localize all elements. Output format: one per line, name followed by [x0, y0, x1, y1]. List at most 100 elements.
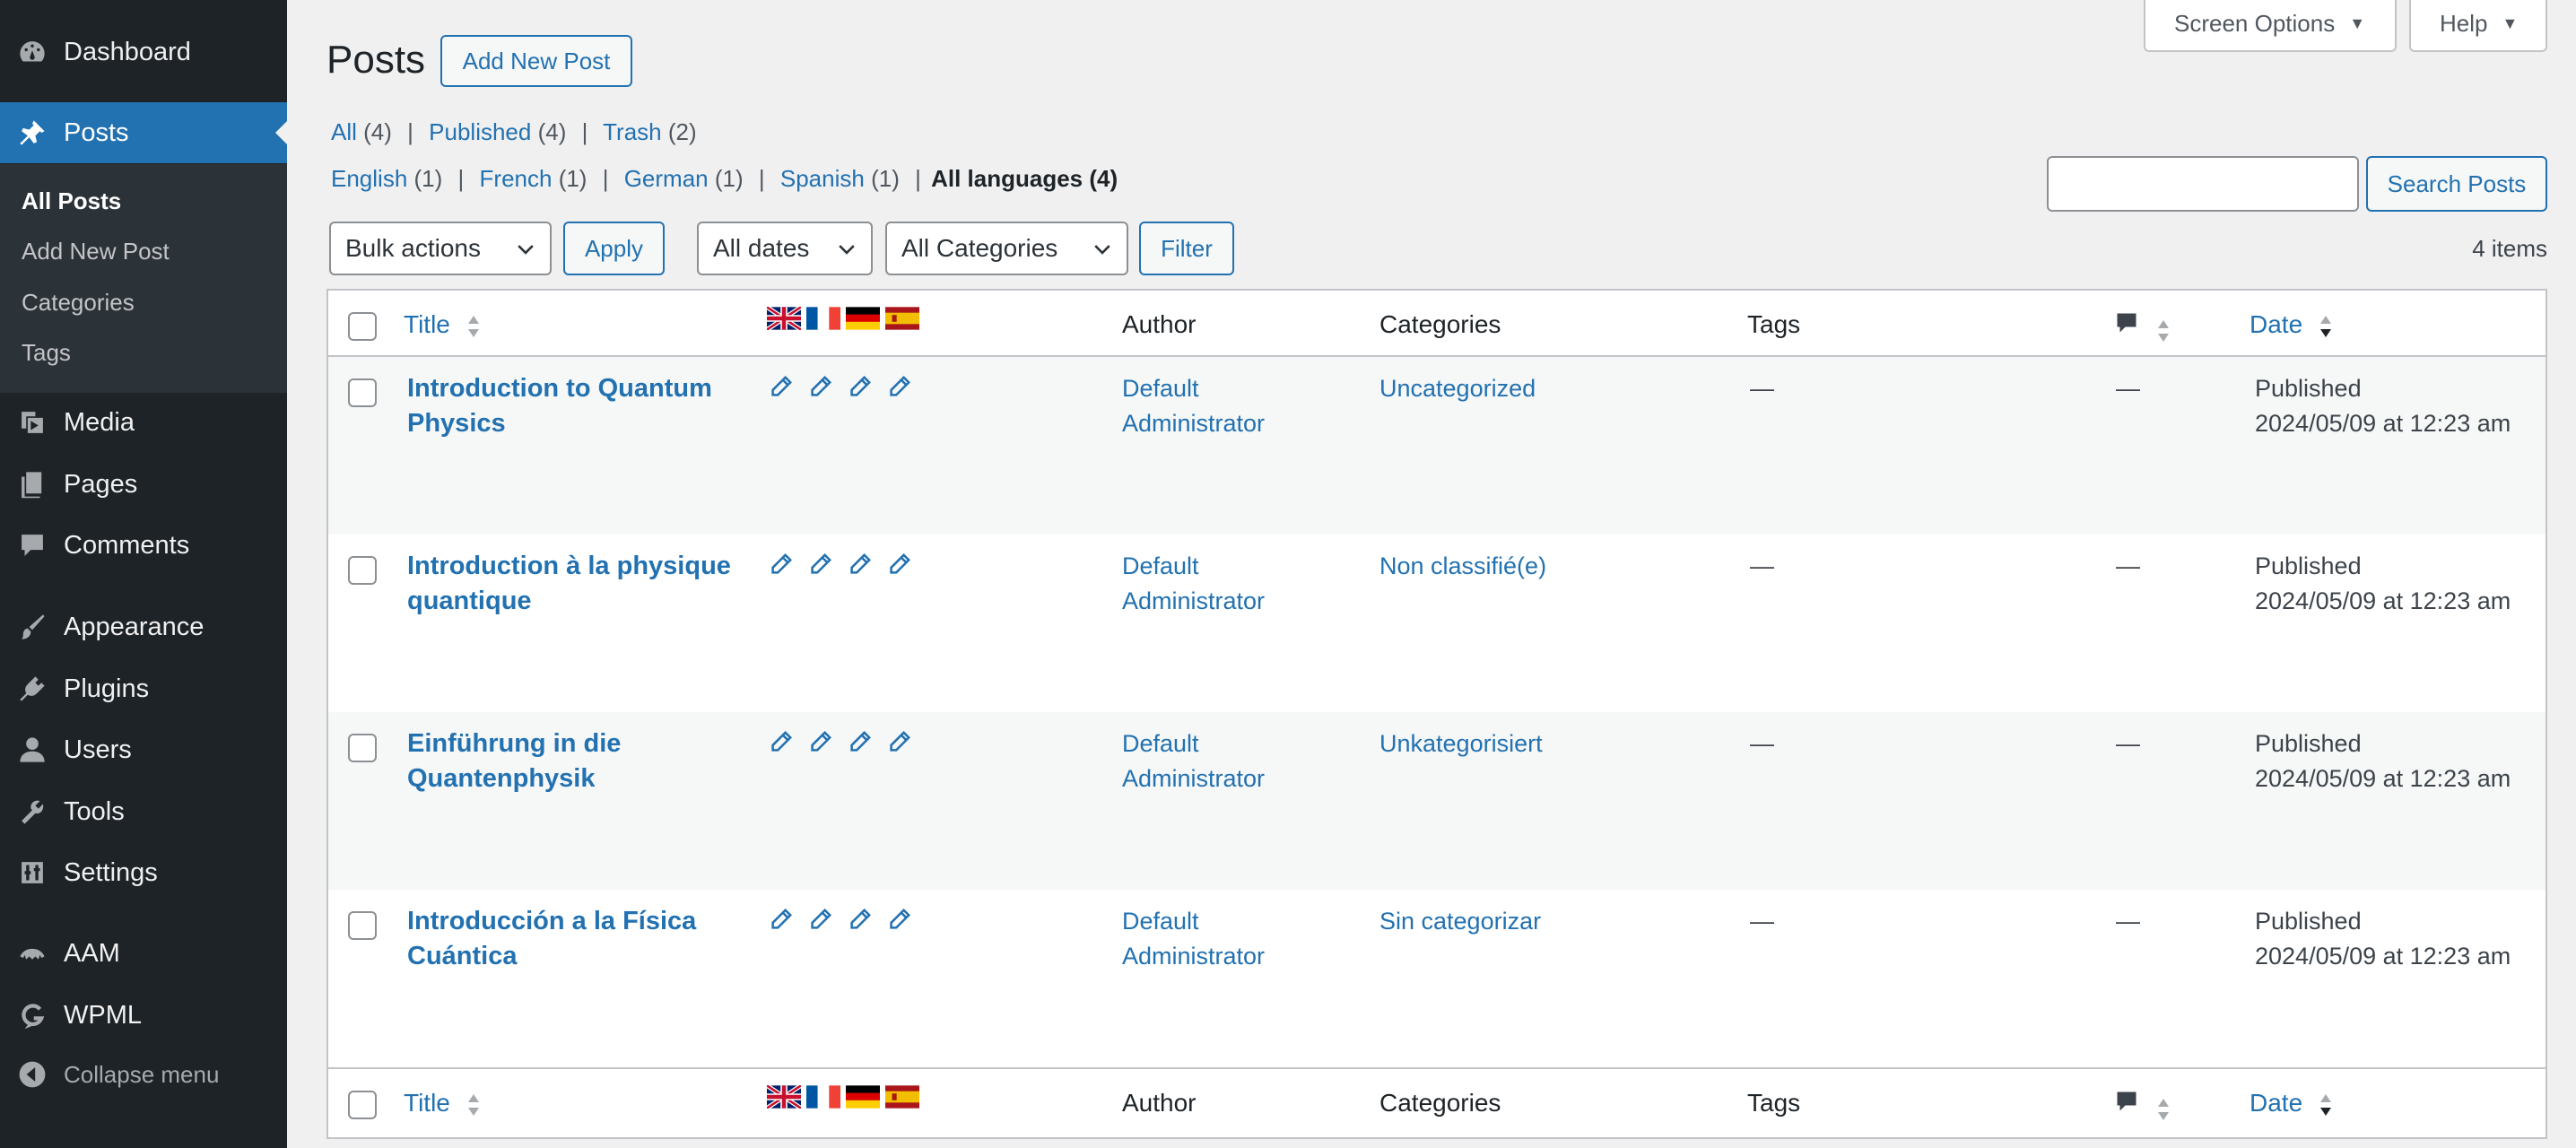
column-date-label: Date	[2250, 310, 2303, 338]
translation-edit-icons	[768, 552, 911, 578]
pencil-icon[interactable]	[886, 908, 911, 933]
screen-options-button[interactable]: Screen Options ▼	[2144, 0, 2397, 52]
post-title-link[interactable]: Introduction à la physique quantique	[407, 549, 748, 619]
admin-sidebar: Dashboard Posts All Posts Add New Post C…	[0, 0, 288, 1148]
search-posts-button[interactable]: Search Posts	[2366, 156, 2547, 212]
user-icon	[16, 734, 48, 766]
column-date-sortable[interactable]: Date	[2250, 1089, 2333, 1118]
flag-uk-icon[interactable]	[767, 1085, 801, 1109]
select-all-checkbox[interactable]	[348, 1091, 377, 1119]
sidebar-item-appearance[interactable]: Appearance	[0, 596, 287, 657]
submenu-categories[interactable]: Categories	[22, 289, 135, 317]
post-title-link[interactable]: Einführung in die Quantenphysik	[407, 726, 748, 796]
author-link[interactable]: Default Administrator	[1122, 549, 1265, 619]
pencil-icon[interactable]	[886, 730, 911, 755]
category-link[interactable]: Sin categorizar	[1379, 904, 1541, 939]
tags-value: —	[1750, 908, 1774, 935]
author-link[interactable]: Default Administrator	[1122, 371, 1265, 441]
pencil-icon[interactable]	[768, 908, 793, 933]
sidebar-item-pages[interactable]: Pages	[0, 454, 287, 515]
column-comments-sortable[interactable]	[2113, 309, 2171, 344]
sidebar-item-aam[interactable]: AAM	[0, 923, 287, 984]
translation-edit-icons	[768, 908, 911, 933]
column-title-sortable[interactable]: Title	[404, 310, 481, 340]
chevron-down-icon	[518, 245, 534, 255]
bulk-actions-select[interactable]: Bulk actions	[329, 222, 552, 275]
filter-button[interactable]: Filter	[1139, 222, 1234, 275]
sidebar-item-settings[interactable]: Settings	[0, 842, 287, 903]
pencil-icon[interactable]	[807, 730, 832, 755]
dates-select[interactable]: All dates	[697, 222, 873, 275]
pencil-icon[interactable]	[807, 908, 832, 933]
pencil-icon[interactable]	[886, 375, 911, 400]
language-flags-footer	[767, 1085, 919, 1109]
row-checkbox[interactable]	[348, 556, 377, 585]
flag-es-icon[interactable]	[885, 1085, 919, 1109]
flag-es-icon[interactable]	[885, 307, 919, 330]
submenu-all-posts[interactable]: All Posts	[22, 187, 121, 215]
sidebar-item-dashboard[interactable]: Dashboard	[0, 22, 287, 83]
separator: |	[457, 165, 465, 192]
select-all-checkbox[interactable]	[348, 312, 377, 341]
pencil-icon[interactable]	[768, 375, 793, 400]
flag-fr-icon[interactable]	[806, 1085, 840, 1109]
language-french-link[interactable]: French	[480, 165, 553, 192]
add-new-post-button[interactable]: Add New Post	[440, 35, 632, 87]
pencil-icon[interactable]	[886, 552, 911, 578]
date-value: Published 2024/05/09 at 12:23 am	[2255, 730, 2511, 792]
pencil-icon[interactable]	[807, 552, 832, 578]
language-all-current[interactable]: All languages (4)	[931, 165, 1118, 192]
column-title-sortable[interactable]: Title	[404, 1089, 481, 1118]
categories-select[interactable]: All Categories	[885, 222, 1128, 275]
sidebar-item-label: Pages	[64, 469, 138, 499]
filter-all-link[interactable]: All	[331, 118, 357, 145]
submenu-add-new-post[interactable]: Add New Post	[22, 238, 170, 265]
pencil-icon[interactable]	[847, 375, 872, 400]
sidebar-item-wpml[interactable]: WPML	[0, 985, 287, 1046]
pencil-icon[interactable]	[807, 375, 832, 400]
category-link[interactable]: Non classifié(e)	[1379, 549, 1546, 584]
sort-both-icon	[2157, 1098, 2169, 1120]
collapse-menu-button[interactable]: Collapse menu	[0, 1044, 287, 1105]
sidebar-item-media[interactable]: Media	[0, 392, 287, 453]
sidebar-item-comments[interactable]: Comments	[0, 515, 287, 576]
column-comments-sortable[interactable]	[2113, 1087, 2171, 1123]
column-tags: Tags	[1747, 310, 1801, 338]
sidebar-item-posts[interactable]: Posts	[0, 102, 288, 163]
author-link[interactable]: Default Administrator	[1122, 904, 1265, 974]
author-link[interactable]: Default Administrator	[1122, 726, 1265, 796]
flag-de-icon[interactable]	[846, 307, 880, 330]
row-checkbox[interactable]	[348, 911, 377, 940]
column-date-sortable[interactable]: Date	[2250, 310, 2333, 340]
post-title-link[interactable]: Introduction to Quantum Physics	[407, 371, 748, 441]
pencil-icon[interactable]	[768, 730, 793, 755]
submenu-tags[interactable]: Tags	[22, 339, 71, 367]
caret-down-icon: ▼	[2502, 13, 2519, 32]
pencil-icon[interactable]	[768, 552, 793, 578]
pencil-icon[interactable]	[847, 552, 872, 578]
column-title-label: Title	[404, 310, 450, 338]
search-input[interactable]	[2047, 156, 2359, 212]
filter-trash-link[interactable]: Trash	[603, 118, 662, 145]
flag-uk-icon[interactable]	[767, 307, 801, 330]
language-german-link[interactable]: German	[624, 165, 709, 192]
post-title-link[interactable]: Introducción a la Física Cuántica	[407, 904, 748, 974]
pencil-icon[interactable]	[847, 908, 872, 933]
sidebar-item-users[interactable]: Users	[0, 719, 287, 780]
help-button[interactable]: Help ▼	[2409, 0, 2547, 52]
apply-button[interactable]: Apply	[563, 222, 665, 275]
sidebar-item-tools[interactable]: Tools	[0, 781, 287, 842]
category-link[interactable]: Uncategorized	[1379, 371, 1536, 406]
row-checkbox[interactable]	[348, 734, 377, 762]
pencil-icon[interactable]	[847, 730, 872, 755]
flag-de-icon[interactable]	[846, 1085, 880, 1109]
flag-fr-icon[interactable]	[806, 307, 840, 330]
row-checkbox[interactable]	[348, 378, 377, 407]
language-english-link[interactable]: English	[331, 165, 407, 192]
category-link[interactable]: Unkategorisiert	[1379, 726, 1543, 761]
dashboard-icon	[16, 36, 48, 68]
language-spanish-link[interactable]: Spanish	[780, 165, 865, 192]
sidebar-item-plugins[interactable]: Plugins	[0, 658, 287, 719]
filter-published-link[interactable]: Published	[429, 118, 531, 145]
page-icon	[16, 468, 48, 500]
